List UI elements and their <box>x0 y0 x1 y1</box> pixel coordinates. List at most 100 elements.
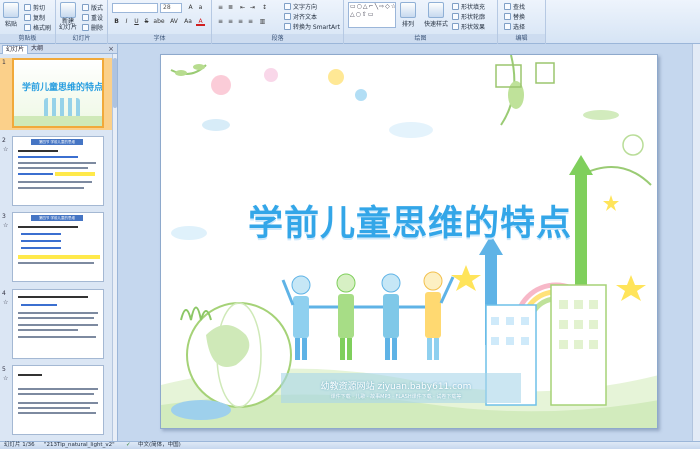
slide-canvas: 学前儿童思维的特点 幼教资源网站 ziyuan.baby611.com 课件下载… <box>118 44 700 441</box>
shadow-button[interactable]: abe <box>152 17 166 26</box>
justify-icon[interactable]: ≡ <box>246 17 255 26</box>
font-size-combo[interactable]: 28 <box>160 3 182 13</box>
editing-label: 编辑 <box>498 34 545 43</box>
tab-slides[interactable]: 幻灯片 <box>2 45 29 54</box>
shrink-font-icon[interactable]: a <box>196 3 205 12</box>
char-spacing-button[interactable]: AV <box>168 17 180 26</box>
animation-star-icon: ☆ <box>3 375 9 382</box>
new-slide-icon <box>60 2 76 18</box>
paste-icon <box>3 2 19 18</box>
thumbnail-number: 3 <box>2 213 6 220</box>
grow-font-icon[interactable]: A <box>186 3 195 12</box>
panel-scrollbar[interactable] <box>112 54 117 441</box>
slides-group: 新建 幻灯片 版式 重设 删除 幻灯片 <box>56 0 108 44</box>
align-text-icon <box>284 13 291 20</box>
shape-effects-button[interactable]: 形状效果 <box>452 22 485 31</box>
cut-button[interactable]: 剪切 <box>24 3 45 12</box>
font-name-combo[interactable] <box>112 3 158 13</box>
arrange-icon <box>400 2 416 18</box>
increase-indent-icon[interactable]: ⇥ <box>248 3 257 12</box>
slide-thumbnail-4[interactable]: 4 ☆ <box>0 289 114 361</box>
slide-thumbnail-1[interactable]: 1 学前儿童思维的特点 <box>0 58 114 130</box>
slides-label: 幻灯片 <box>56 34 107 43</box>
thumbnail-title: 学前儿童思维的特点 <box>22 83 104 93</box>
editing-group: 查找 替换 选择 编辑 <box>498 0 546 44</box>
thumbnail-number: 1 <box>2 59 6 66</box>
animation-star-icon: ☆ <box>3 222 9 229</box>
font-color-button[interactable]: A <box>196 17 205 26</box>
animation-star-icon: ☆ <box>3 146 9 153</box>
paragraph-group: ≡ ≣ ⇤ ⇥ ↕ ≡ ≡ ≡ ≡ ▥ 文字方向 对齐文本 转换为 SmartA… <box>212 0 344 44</box>
reset-button[interactable]: 重设 <box>82 13 103 22</box>
bold-button[interactable]: B <box>112 17 121 26</box>
reset-icon <box>82 14 89 21</box>
smartart-button[interactable]: 转换为 SmartArt <box>284 22 340 31</box>
thumbnail-frame: 第四节 学前儿童的思维 <box>12 212 104 282</box>
thumbnail-title: 第四节 学前儿童的思维 <box>31 215 83 221</box>
thumbnail-number: 5 <box>2 366 6 373</box>
slide-title[interactable]: 学前儿童思维的特点 <box>161 195 657 246</box>
underline-button[interactable]: U <box>132 17 141 26</box>
smartart-icon <box>284 23 291 30</box>
font-label: 字体 <box>108 34 211 43</box>
outline-icon <box>452 13 459 20</box>
line-spacing-icon[interactable]: ↕ <box>260 3 269 12</box>
paragraph-label: 段落 <box>212 34 343 43</box>
slide[interactable]: 学前儿童思维的特点 幼教资源网站 ziyuan.baby611.com 课件下载… <box>160 54 658 429</box>
fill-icon <box>452 3 459 10</box>
align-left-icon[interactable]: ≡ <box>216 17 225 26</box>
shape-outline-button[interactable]: 形状轮廓 <box>452 12 485 21</box>
brush-icon <box>24 24 31 31</box>
strikethrough-button[interactable]: S <box>142 17 151 26</box>
status-bar: 幻灯片 1/36 "213Tip_natural_light_v2" ✓ 中文(… <box>0 441 700 449</box>
find-icon <box>504 3 511 10</box>
paste-button[interactable]: 粘贴 <box>3 2 19 28</box>
decrease-indent-icon[interactable]: ⇤ <box>238 3 247 12</box>
language-indicator: 中文(简体，中国) <box>138 442 181 448</box>
slide-thumbnail-3[interactable]: 3 ☆ 第四节 学前儿童的思维 <box>0 212 114 284</box>
clipboard-group: 粘贴 剪切 复制 格式刷 剪贴板 <box>0 0 56 44</box>
columns-icon[interactable]: ▥ <box>258 17 267 26</box>
new-slide-button[interactable]: 新建 幻灯片 <box>59 2 77 31</box>
format-painter-button[interactable]: 格式刷 <box>24 23 51 32</box>
text-direction-icon <box>284 3 291 10</box>
change-case-button[interactable]: Aa <box>182 17 194 26</box>
thumbnail-title: 第四节 学前儿童的思维 <box>31 139 83 145</box>
arrange-button[interactable]: 排列 <box>400 2 416 28</box>
align-text-button[interactable]: 对齐文本 <box>284 12 317 21</box>
delete-button[interactable]: 删除 <box>82 23 103 32</box>
text-direction-button[interactable]: 文字方向 <box>284 2 317 11</box>
thumbnail-frame: 学前儿童思维的特点 <box>12 58 104 128</box>
slide-thumbnail-2[interactable]: 2 ☆ 第四节 学前儿童的思维 <box>0 136 114 208</box>
align-center-icon[interactable]: ≡ <box>226 17 235 26</box>
find-button[interactable]: 查找 <box>504 2 525 11</box>
layout-button[interactable]: 版式 <box>82 3 103 12</box>
replace-button[interactable]: 替换 <box>504 12 525 21</box>
select-button[interactable]: 选择 <box>504 22 525 31</box>
numbering-icon[interactable]: ≣ <box>226 3 235 12</box>
quick-styles-icon <box>428 2 444 18</box>
panel-tabs: 幻灯片 大纲 × <box>0 44 117 54</box>
layout-icon <box>82 4 89 11</box>
bullets-icon[interactable]: ≡ <box>216 3 225 12</box>
shapes-gallery[interactable]: ▭○△⌐╲⇨◇☆{}△○⇧▭ <box>348 2 396 28</box>
thumbnail-frame <box>12 289 104 359</box>
copy-button[interactable]: 复制 <box>24 13 45 22</box>
thumbnail-number: 4 <box>2 290 6 297</box>
slide-thumbnail-5[interactable]: 5 ☆ <box>0 365 114 437</box>
canvas-scrollbar[interactable] <box>692 44 700 441</box>
italic-button[interactable]: I <box>122 17 131 26</box>
replace-icon <box>504 13 511 20</box>
clipboard-label: 剪贴板 <box>0 34 55 43</box>
spellcheck-icon[interactable]: ✓ <box>126 442 131 449</box>
close-icon[interactable]: × <box>108 45 114 53</box>
quick-styles-button[interactable]: 快速样式 <box>424 2 448 28</box>
drawing-label: 绘图 <box>344 34 497 43</box>
font-group: 28 A a B I U S abe AV Aa A 字体 <box>108 0 212 44</box>
tab-outline[interactable]: 大纲 <box>28 45 46 54</box>
align-right-icon[interactable]: ≡ <box>236 17 245 26</box>
effects-icon <box>452 23 459 30</box>
footer-website: 幼教资源网站 ziyuan.baby611.com <box>320 382 472 392</box>
shape-fill-button[interactable]: 形状填充 <box>452 2 485 11</box>
scrollbar-thumb[interactable] <box>113 58 117 108</box>
